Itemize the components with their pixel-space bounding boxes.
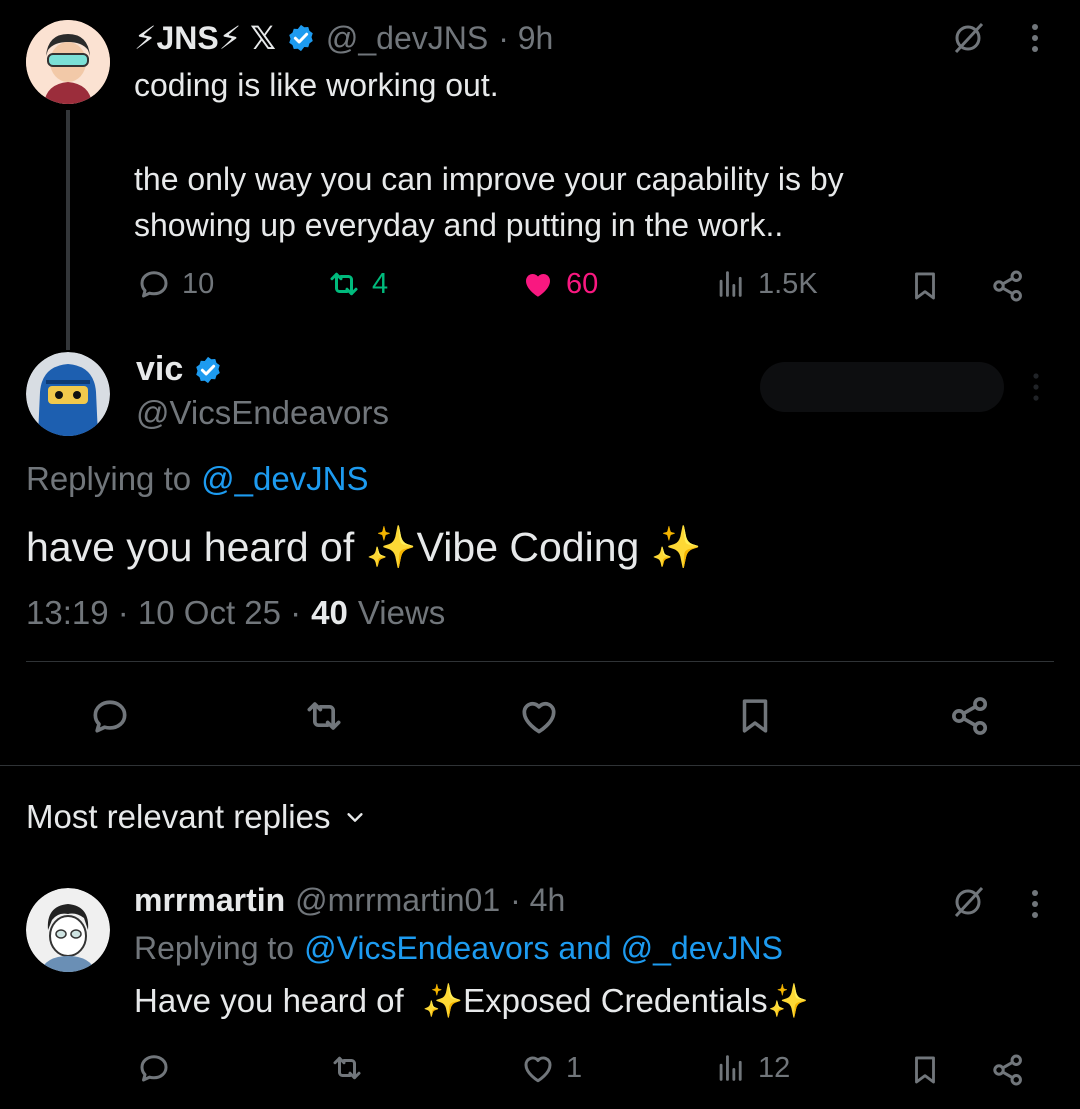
- main-replying-prefix: Replying to: [26, 460, 192, 497]
- tweet1-reply-count: 10: [182, 267, 215, 300]
- reply1-share-icon[interactable]: [990, 1052, 1026, 1088]
- views-icon: [714, 266, 748, 302]
- main-handle[interactable]: @VicsEndeavors: [136, 394, 389, 432]
- reply-sort-label: Most relevant replies: [26, 798, 331, 835]
- reply1-bookmark-icon[interactable]: [908, 1052, 942, 1088]
- views-icon: [714, 1050, 748, 1086]
- main-views-label: Views: [357, 594, 446, 631]
- tweet1-bookmark-icon[interactable]: [908, 268, 942, 304]
- verified-badge-icon: [286, 23, 316, 53]
- reply1-view-count: 12: [758, 1051, 791, 1084]
- main-reply-icon[interactable]: [88, 694, 132, 738]
- tweet1-text-line2: the only way you can improve your capabi…: [134, 161, 844, 197]
- reply1-handle[interactable]: @mrrmartin01: [295, 882, 500, 919]
- tweet1-views-button[interactable]: 1.5K: [714, 266, 818, 302]
- heart-icon: [520, 1050, 556, 1086]
- heart-filled-icon: [520, 266, 556, 302]
- avatar-vic[interactable]: [26, 352, 110, 436]
- divider: [26, 661, 1054, 662]
- main-timestamp[interactable]: 13:19 · 10 Oct 25 ·: [26, 594, 301, 632]
- tweet1-view-count: 1.5K: [758, 267, 818, 300]
- reply-sort-dropdown[interactable]: Most relevant replies: [26, 798, 366, 836]
- tweet1-text-line3: showing up everyday and putting in the w…: [134, 207, 784, 243]
- main-bookmark-icon[interactable]: [734, 694, 776, 738]
- reply1-replying-prefix: Replying to: [134, 930, 295, 966]
- reply1-text: Have you heard of ✨Exposed Credentials✨: [134, 982, 809, 1019]
- reply1-repost-icon[interactable]: [328, 1050, 366, 1086]
- main-tweet-text: have you heard of ✨Vibe Coding ✨: [26, 524, 702, 570]
- main-display-name[interactable]: vic: [136, 350, 183, 389]
- tweet1-display-name[interactable]: ⚡JNS⚡ 𝕏: [134, 19, 276, 57]
- section-divider: [0, 765, 1080, 766]
- tweet1-text-line1: coding is like working out.: [134, 67, 499, 103]
- tweet1-time[interactable]: · 9h: [498, 20, 553, 57]
- main-share-icon[interactable]: [948, 694, 992, 738]
- reply1-reply-icon[interactable]: [136, 1050, 172, 1086]
- main-more-options-icon[interactable]: [1030, 372, 1042, 402]
- reply1-grok-icon[interactable]: [950, 884, 986, 920]
- subscribe-button[interactable]: [760, 362, 1004, 412]
- main-views-count: 40: [311, 594, 348, 631]
- tweet1-repost-button[interactable]: 4: [326, 266, 388, 302]
- main-repost-icon[interactable]: [300, 694, 348, 738]
- reply1-time[interactable]: · 4h: [510, 882, 565, 919]
- tweet1-like-button[interactable]: 60: [520, 266, 598, 302]
- more-options-icon[interactable]: [1028, 22, 1042, 54]
- tweet1-handle[interactable]: @_devJNS: [326, 20, 488, 57]
- reply1-replying-handles[interactable]: @VicsEndeavors and @_devJNS: [304, 930, 783, 967]
- tweet1-share-icon[interactable]: [990, 268, 1026, 304]
- tweet1-reply-button[interactable]: 10: [136, 266, 214, 302]
- reply1-more-options-icon[interactable]: [1028, 888, 1042, 920]
- chevron-down-icon: [344, 806, 366, 828]
- tweet1-like-count: 60: [566, 267, 599, 300]
- reply1-display-name[interactable]: mrrmartin: [134, 882, 285, 919]
- avatar-mrrmartin[interactable]: [26, 888, 110, 972]
- verified-badge-icon: [193, 355, 223, 385]
- reply1-like-button[interactable]: 1: [520, 1050, 582, 1086]
- tweet1-repost-count: 4: [372, 267, 389, 300]
- thread-line: [66, 110, 70, 350]
- grok-icon[interactable]: [950, 20, 986, 56]
- reply1-like-count: 1: [566, 1051, 583, 1084]
- main-like-icon[interactable]: [516, 694, 562, 738]
- reply1-views-button[interactable]: 12: [714, 1050, 790, 1086]
- repost-icon: [326, 266, 362, 302]
- main-replying-handle[interactable]: @_devJNS: [201, 460, 368, 498]
- reply-icon: [136, 266, 172, 302]
- avatar-jns[interactable]: [26, 20, 110, 104]
